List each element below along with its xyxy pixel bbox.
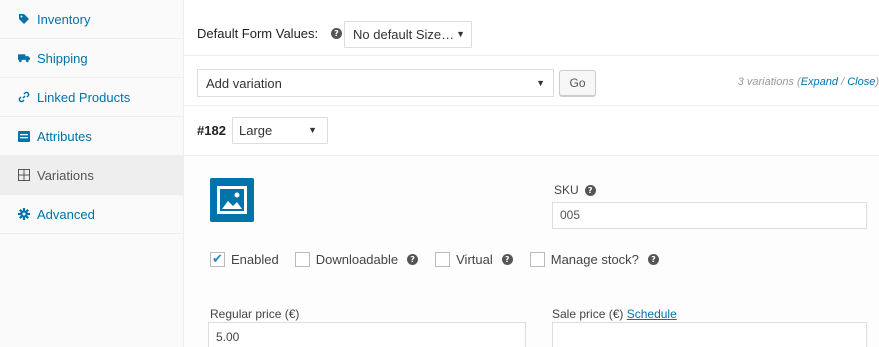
manage-stock-checkbox[interactable]: [529, 251, 545, 267]
regular-price-input[interactable]: 5.00: [208, 322, 526, 347]
tab-label: Variations: [37, 167, 94, 183]
default-form-values-row: Default Form Values: ? No default Size… …: [184, 0, 879, 56]
virtual-option[interactable]: Virtual ?: [435, 251, 513, 267]
dropdown-arrow-icon: ▼: [308, 125, 317, 135]
default-form-values-label: Default Form Values:: [197, 26, 319, 41]
schedule-link[interactable]: Schedule: [627, 307, 677, 321]
variation-options: ✔ Enabled Downloadable ? Virtual ? Manag…: [210, 249, 659, 269]
product-data-tabs: Inventory Shipping Linked Products Attri…: [0, 0, 184, 347]
help-icon[interactable]: ?: [501, 253, 513, 265]
variation-action-value: Add variation: [206, 76, 282, 91]
tab-inventory[interactable]: Inventory: [0, 0, 183, 39]
tab-label: Advanced: [37, 206, 95, 222]
sale-price-input[interactable]: [552, 322, 867, 347]
link-separator: /: [838, 76, 848, 88]
variation-header[interactable]: #182 Large ▼: [184, 106, 879, 156]
sale-price-label: Sale price (€) Schedule: [552, 307, 677, 321]
grid-icon: [18, 169, 30, 181]
close-link[interactable]: Close: [847, 76, 875, 88]
tab-advanced[interactable]: Advanced: [0, 195, 183, 234]
variations-count-text: 3 variations: [737, 76, 794, 88]
default-size-select[interactable]: No default Size… ▼: [344, 21, 472, 48]
inventory-icon: [18, 13, 30, 25]
virtual-checkbox[interactable]: [435, 251, 451, 267]
tab-linked-products[interactable]: Linked Products: [0, 78, 183, 117]
variation-action-select[interactable]: Add variation ▼: [197, 69, 554, 97]
attributes-icon: [18, 130, 30, 142]
sku-label: SKU?: [554, 183, 596, 197]
virtual-label: Virtual: [456, 251, 493, 267]
tab-attributes[interactable]: Attributes: [0, 117, 183, 156]
enabled-option[interactable]: ✔ Enabled: [210, 251, 279, 267]
help-icon[interactable]: ?: [407, 253, 419, 265]
variation-size-value: Large: [239, 123, 273, 138]
variation-size-select[interactable]: Large ▼: [232, 117, 328, 144]
go-button[interactable]: Go: [559, 70, 596, 96]
truck-icon: [18, 52, 30, 64]
sku-input[interactable]: 005: [552, 202, 867, 229]
variations-count: 3 variations (Expand / Close): [737, 76, 879, 88]
enabled-label: Enabled: [231, 251, 279, 267]
gear-icon: [18, 208, 30, 220]
manage-stock-label: Manage stock?: [550, 251, 639, 267]
downloadable-checkbox[interactable]: [294, 251, 310, 267]
variation-actions-row: Add variation ▼ Go 3 variations (Expand …: [184, 56, 879, 106]
sku-label-text: SKU: [554, 183, 579, 197]
variation-id: #182: [197, 123, 226, 138]
help-icon[interactable]: ?: [584, 185, 596, 197]
tab-label: Shipping: [37, 50, 88, 66]
tab-label: Linked Products: [37, 89, 131, 105]
sale-price-label-text: Sale price (€): [552, 307, 624, 321]
image-icon: [217, 186, 247, 214]
tab-variations[interactable]: Variations: [0, 156, 183, 195]
variation-body: SKU? 005 ✔ Enabled Downloadable ? Virtua…: [184, 156, 879, 347]
variation-image-upload[interactable]: [210, 178, 254, 222]
help-icon[interactable]: ?: [331, 28, 342, 39]
dropdown-arrow-icon: ▼: [456, 29, 465, 39]
expand-link[interactable]: Expand: [801, 76, 838, 88]
tab-label: Inventory: [37, 11, 91, 27]
default-size-value: No default Size…: [353, 27, 455, 42]
dropdown-arrow-icon: ▼: [536, 78, 545, 88]
help-icon[interactable]: ?: [647, 253, 659, 265]
enabled-checkbox[interactable]: ✔: [210, 251, 225, 267]
variations-panel: Default Form Values: ? No default Size… …: [184, 0, 879, 347]
checkmark-icon: ✔: [212, 251, 223, 267]
tab-label: Attributes: [37, 128, 92, 144]
link-icon: [18, 91, 30, 103]
downloadable-label: Downloadable: [315, 251, 399, 267]
manage-stock-option[interactable]: Manage stock? ?: [529, 251, 659, 267]
downloadable-option[interactable]: Downloadable ?: [294, 251, 419, 267]
regular-price-label: Regular price (€): [210, 307, 300, 321]
tab-shipping[interactable]: Shipping: [0, 39, 183, 78]
